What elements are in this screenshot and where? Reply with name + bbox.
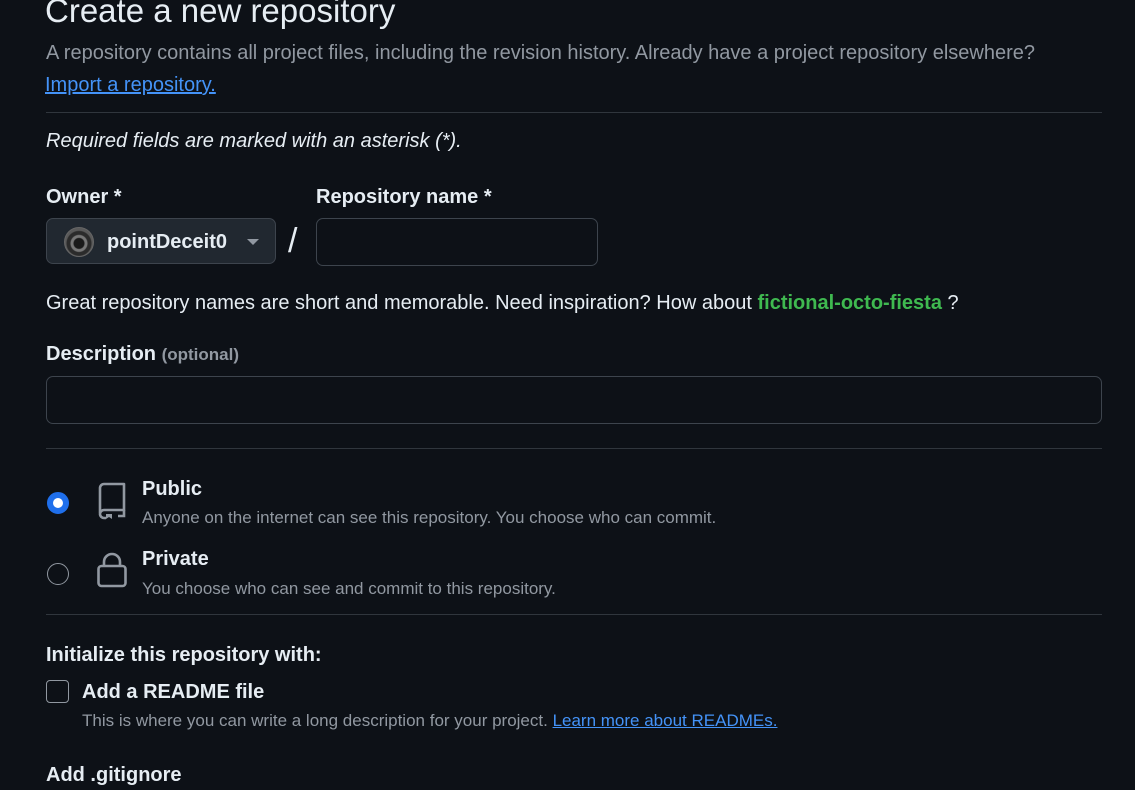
page-intro: A repository contains all project files,… bbox=[46, 42, 1036, 64]
owner-name: pointDeceit0 bbox=[107, 231, 228, 253]
description-input[interactable] bbox=[46, 376, 1102, 424]
initialize-heading: Initialize this repository with: bbox=[46, 644, 322, 666]
owner-repo-separator: / bbox=[288, 222, 298, 260]
learn-more-readmes-link[interactable]: Learn more about READMEs. bbox=[553, 711, 778, 730]
readme-description-text: This is where you can write a long descr… bbox=[82, 711, 548, 730]
divider bbox=[46, 614, 1102, 615]
readme-label[interactable]: Add a README file bbox=[82, 681, 264, 704]
private-title: Private bbox=[142, 548, 209, 570]
public-description: Anyone on the internet can see this repo… bbox=[142, 508, 717, 527]
repository-name-hint: Great repository names are short and mem… bbox=[46, 292, 959, 315]
repo-book-icon bbox=[98, 482, 126, 520]
hint-suffix: ? bbox=[947, 292, 959, 314]
private-description: You choose who can see and commit to thi… bbox=[142, 579, 556, 598]
gitignore-label: Add .gitignore bbox=[46, 764, 182, 786]
description-label-text: Description bbox=[46, 343, 157, 365]
owner-label: Owner * bbox=[46, 186, 122, 208]
divider bbox=[46, 448, 1102, 449]
import-repository-link[interactable]: Import a repository. bbox=[45, 74, 216, 97]
private-radio[interactable] bbox=[47, 563, 69, 585]
repository-name-label: Repository name * bbox=[316, 186, 492, 208]
owner-select-button[interactable]: pointDeceit0 bbox=[46, 218, 276, 264]
public-radio[interactable] bbox=[47, 492, 69, 514]
readme-checkbox[interactable] bbox=[46, 680, 69, 703]
repository-name-input[interactable] bbox=[316, 218, 598, 266]
avatar bbox=[64, 227, 94, 257]
public-title: Public bbox=[142, 478, 203, 500]
description-label: Description (optional) bbox=[46, 343, 239, 366]
readme-description: This is where you can write a long descr… bbox=[82, 711, 777, 731]
chevron-down-icon bbox=[247, 239, 259, 245]
hint-text: Great repository names are short and mem… bbox=[46, 292, 752, 314]
required-fields-note: Required fields are marked with an aster… bbox=[46, 130, 462, 152]
lock-icon bbox=[97, 552, 127, 588]
name-suggestion-link[interactable]: fictional-octo-fiesta bbox=[757, 292, 941, 314]
divider bbox=[46, 112, 1102, 113]
optional-tag: (optional) bbox=[161, 345, 240, 364]
page-title: Create a new repository bbox=[45, 0, 396, 29]
create-repository-page: Create a new repository A repository con… bbox=[0, 0, 1135, 790]
